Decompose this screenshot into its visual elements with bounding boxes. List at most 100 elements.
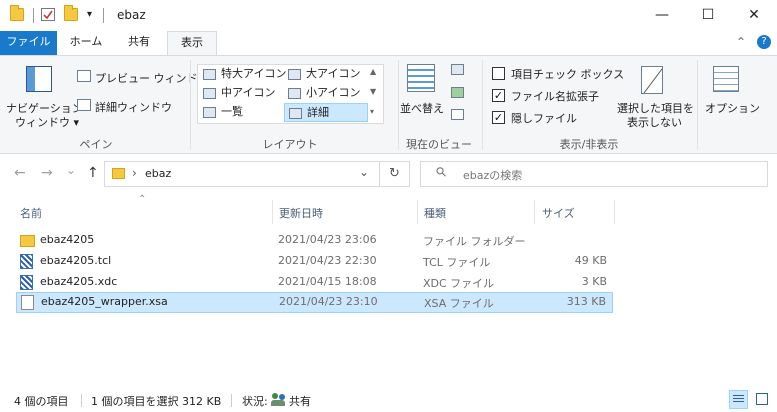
layout-group-label: レイアウト [262,138,318,151]
column-header-date[interactable]: 更新日時 [279,205,323,221]
file-row-ebaz4205-wrapper-xsa[interactable]: ebaz4205_wrapper.xsa 2021/04/23 23:10 XS… [16,292,613,313]
column-header-type[interactable]: 種類 [424,205,446,221]
layout-large-icons[interactable]: 大アイコン [284,65,368,84]
file-date: 2021/04/23 23:10 [279,295,378,308]
large-icons-icon [288,69,301,80]
recent-locations-button[interactable]: ⌄ [66,163,76,177]
ribbon-tabs: ファイル ホーム 共有 表示 ⌃ ? [0,31,777,56]
large-icons-view-toggle[interactable] [753,390,772,409]
tab-home[interactable]: ホーム [62,31,110,55]
file-extensions-checkbox[interactable]: ✓ [492,89,505,102]
column-divider[interactable] [272,200,273,224]
breadcrumb-separator: › [132,166,137,180]
item-checkboxes-label: 項目チェック ボックス [511,68,625,81]
file-row-ebaz4205[interactable]: ebaz4205 2021/04/23 23:06 ファイル フォルダー [16,230,613,251]
file-date: 2021/04/15 18:08 [278,275,377,288]
file-type: ファイル フォルダー [423,235,526,248]
up-button[interactable]: ↑ [87,165,99,181]
layout-list[interactable]: 一覧 [199,103,283,122]
small-icons-icon [288,88,301,99]
folder-icon [20,235,35,247]
hide-selected-button-line2[interactable]: 表示しない [627,114,682,130]
file-name: ebaz4205.xdc [40,275,118,288]
folder-icon [112,168,125,179]
hidden-items-label: 隠しファイル [511,112,577,125]
sort-by-icon [407,64,435,92]
divider [33,8,34,23]
layout-extra-large-icons[interactable]: 特大アイコン [199,65,286,84]
address-dropdown-icon[interactable]: ⌄ [359,165,369,179]
file-name: ebaz4205_wrapper.xsa [41,295,168,308]
xdc-file-icon [20,275,33,290]
show-hide-group-label: 表示/非表示 [559,138,619,151]
new-folder-icon[interactable] [64,5,78,21]
options-icon [713,66,739,92]
forward-button[interactable]: → [41,165,53,181]
breadcrumb-ebaz[interactable]: ebaz [145,167,171,180]
minimize-button[interactable]: — [639,0,685,31]
size-columns-icon[interactable] [451,109,464,120]
refresh-button[interactable]: ↻ [380,161,410,187]
file-type: XDC ファイル [423,277,495,290]
hidden-items-checkbox[interactable]: ✓ [492,111,505,124]
tab-file[interactable]: ファイル [0,31,57,55]
gallery-more-icon[interactable]: ▾ [370,107,374,116]
layout-details[interactable]: 詳細 [284,103,368,122]
layout-medium-icons[interactable]: 中アイコン [199,84,283,103]
group-separator [190,60,191,150]
divider [103,8,104,23]
column-divider[interactable] [534,200,535,224]
search-placeholder: ebazの検索 [463,169,523,182]
navigation-pane-icon [26,66,52,92]
divider [81,394,82,407]
navigation-pane-dropdown[interactable]: ウィンドウ ▾ [15,114,79,130]
details-view-toggle[interactable] [729,390,748,409]
search-input[interactable]: ⚲ ebazの検索 [420,161,768,187]
layout-gallery: 特大アイコン 大アイコン 中アイコン 小アイコン 一覧 詳細 ▲ ▼ ▾ [197,64,384,124]
medium-icons-icon [203,88,216,99]
customize-qat-icon[interactable]: ▾ [87,9,92,20]
tab-share[interactable]: 共有 [114,31,164,55]
properties-icon[interactable] [41,8,55,21]
file-type: TCL ファイル [423,256,491,269]
folder-icon [10,5,24,21]
sort-ascending-icon: ⌃ [138,194,147,205]
group-separator [697,60,698,150]
document-icon [21,295,34,310]
column-divider[interactable] [417,200,418,224]
search-icon: ⚲ [433,163,451,182]
scroll-up-icon[interactable]: ▲ [370,67,376,76]
layout-small-icons[interactable]: 小アイコン [284,84,368,103]
tab-view[interactable]: 表示 [167,31,217,56]
group-by-icon[interactable] [451,64,464,75]
back-button[interactable]: ← [14,165,26,181]
status-bar: 4 個の項目 1 個の項目を選択 312 KB 状況: 共有 [0,388,777,412]
collapse-ribbon-icon[interactable]: ⌃ [736,35,746,49]
column-header-name[interactable]: 名前 [20,205,42,221]
file-size: 3 KB [581,275,607,288]
item-count: 4 個の項目 [14,395,69,408]
file-row-ebaz4205-tcl[interactable]: ebaz4205.tcl 2021/04/23 22:30 TCL ファイル 4… [16,251,613,272]
maximize-button[interactable]: ☐ [685,0,731,31]
title-bar: ▾ ebaz — ☐ ✕ [0,0,777,31]
ribbon: ナビゲーション ウィンドウ ▾ プレビュー ウィンドウ 詳細ウィンドウ ペイン … [0,55,777,154]
file-type: XSA ファイル [424,297,494,310]
scroll-down-icon[interactable]: ▼ [370,87,376,96]
address-bar[interactable]: › ebaz ⌄ [104,161,380,187]
pane-group-label: ペイン [79,138,113,151]
file-date: 2021/04/23 22:30 [278,254,377,267]
column-divider[interactable] [614,200,615,224]
add-columns-icon[interactable] [451,87,464,98]
address-row: ← → ⌄ ↑ › ebaz ⌄ ↻ ⚲ ebazの検索 [0,154,777,194]
close-button[interactable]: ✕ [731,0,777,31]
preview-pane-button[interactable]: プレビュー ウィンドウ [95,70,209,86]
options-button[interactable]: オプション [705,100,760,116]
column-header-size[interactable]: サイズ [542,205,575,221]
details-pane-button[interactable]: 詳細ウィンドウ [95,99,172,115]
help-icon[interactable]: ? [757,35,771,49]
file-row-ebaz4205-xdc[interactable]: ebaz4205.xdc 2021/04/15 18:08 XDC ファイル 3… [16,272,613,293]
shared-users-icon [271,393,286,406]
sort-by-button[interactable]: 並べ替え [400,100,444,116]
item-checkboxes-checkbox[interactable] [492,67,505,80]
column-header-row: 名前 ⌃ 更新日時 種類 サイズ [0,194,777,224]
